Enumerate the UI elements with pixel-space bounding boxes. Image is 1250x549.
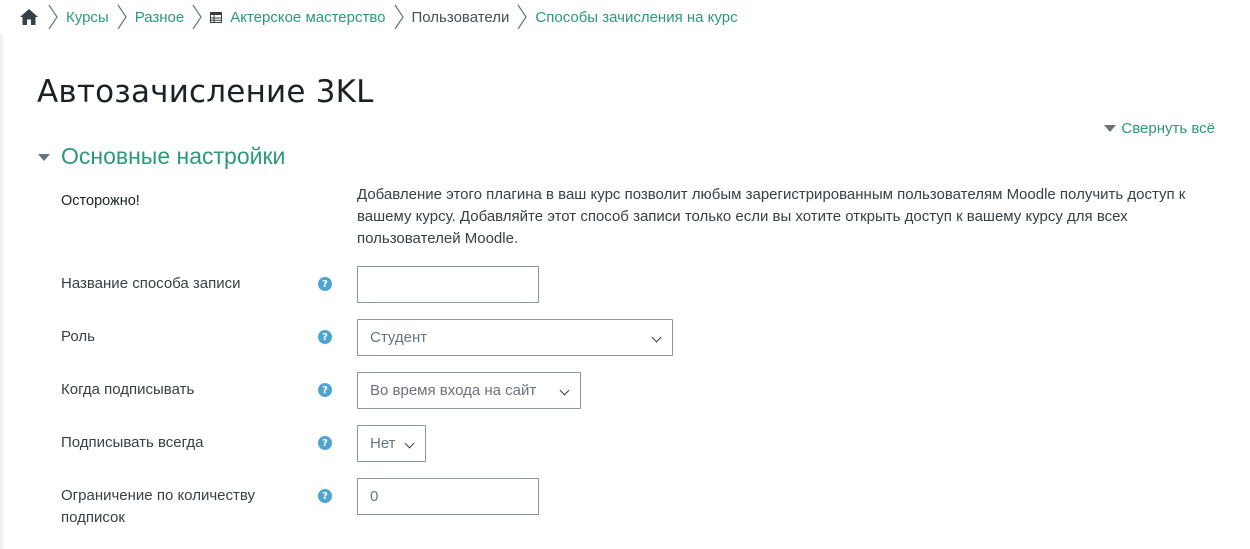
help-icon[interactable]: ? [318, 383, 332, 397]
role-label: Роль [61, 328, 95, 345]
chevron-right-icon [40, 0, 66, 34]
always-label: Подписывать всегда [61, 434, 204, 451]
chevron-down-icon [404, 438, 415, 449]
enrol-name-input[interactable] [357, 266, 539, 303]
chevron-right-icon [184, 0, 210, 34]
collapse-all-link[interactable]: Свернуть всё [1104, 120, 1215, 137]
limit-label: Ограничение по количеству подписок [61, 487, 255, 526]
section-title: Основные настройки [61, 143, 286, 169]
help-icon[interactable]: ? [318, 436, 332, 450]
section-toggle-general[interactable]: Основные настройки [38, 143, 285, 170]
help-icon[interactable]: ? [318, 277, 332, 291]
chevron-right-icon [109, 0, 135, 34]
chevron-right-icon [386, 0, 412, 34]
always-select-value: Нет [370, 435, 396, 452]
help-icon[interactable]: ? [318, 489, 332, 503]
role-select[interactable]: Студент [357, 319, 673, 356]
breadcrumb-course-link[interactable]: Актерское мастерство [230, 9, 385, 26]
name-label: Название способа записи [61, 275, 241, 292]
when-select-value: Во время входа на сайт [370, 382, 537, 399]
breadcrumb-enrolment-methods-link[interactable]: Способы зачисления на курс [535, 9, 737, 26]
breadcrumb: Курсы Разное Актерское мастерство Пользо… [0, 0, 1250, 34]
breadcrumb-users-text: Пользователи [411, 8, 510, 26]
help-icon[interactable]: ? [318, 330, 332, 344]
page-title: Автозачисление 3KL [37, 74, 374, 110]
breadcrumb-courses-link[interactable]: Курсы [66, 9, 109, 26]
table-icon [210, 10, 224, 24]
caret-down-icon [1104, 125, 1117, 132]
collapse-all-label: Свернуть всё [1121, 120, 1215, 137]
warning-label: Осторожно! [61, 193, 140, 209]
chevron-right-icon [509, 0, 535, 34]
chevron-down-icon [559, 385, 570, 396]
caret-down-icon [38, 154, 50, 161]
limit-input[interactable] [357, 478, 539, 515]
role-select-value: Студент [370, 329, 428, 346]
when-select[interactable]: Во время входа на сайт [357, 372, 581, 409]
always-select[interactable]: Нет [357, 425, 426, 462]
page-left-border [0, 34, 3, 549]
breadcrumb-misc-link[interactable]: Разное [135, 9, 185, 26]
warning-text: Добавление этого плагина в ваш курс позв… [357, 186, 1186, 247]
when-label: Когда подписывать [61, 381, 195, 398]
chevron-down-icon [651, 332, 662, 343]
home-icon[interactable] [18, 7, 40, 27]
